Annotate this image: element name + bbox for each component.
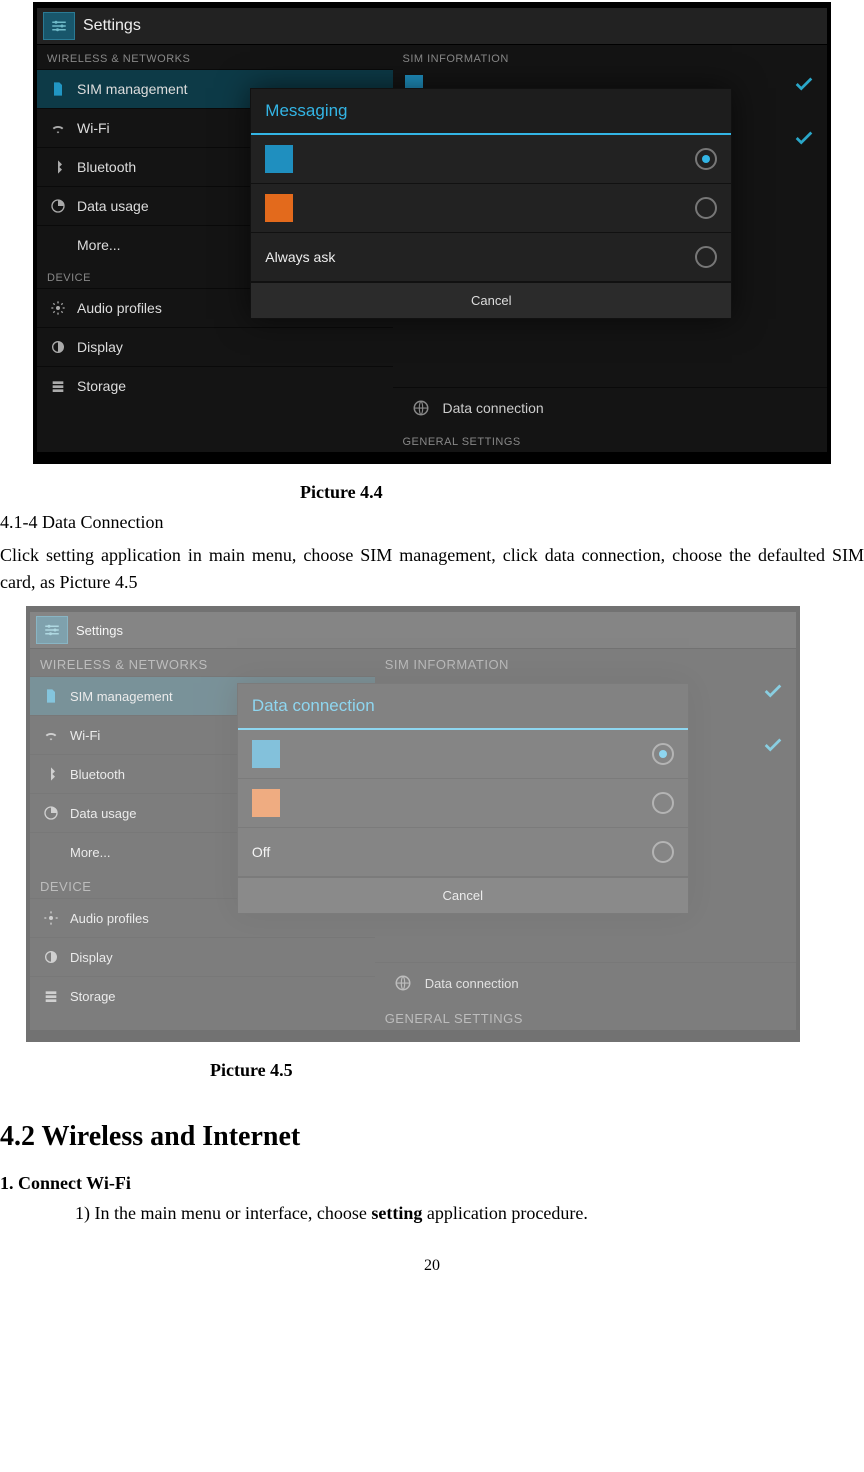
dialog-option-label: Always ask bbox=[265, 249, 335, 265]
sidebar-item-label: Data usage bbox=[70, 806, 137, 821]
globe-icon bbox=[411, 398, 431, 418]
wifi-icon bbox=[49, 119, 67, 137]
data-usage-icon bbox=[42, 804, 60, 822]
sim2-color-icon bbox=[252, 789, 280, 817]
settings-icon bbox=[36, 616, 68, 644]
radio-unselected-icon bbox=[695, 197, 717, 219]
check-icon bbox=[793, 127, 815, 149]
cancel-button[interactable]: Cancel bbox=[251, 282, 731, 318]
dialog-option-label: Off bbox=[252, 844, 270, 860]
general-settings-header: GENERAL SETTINGS bbox=[375, 1003, 796, 1030]
settings-header: Settings bbox=[37, 8, 827, 45]
sim1-color-icon bbox=[265, 145, 293, 173]
radio-selected-icon bbox=[695, 148, 717, 170]
sidebar-item-label: Storage bbox=[77, 378, 126, 394]
sidebar-item-storage[interactable]: Storage bbox=[30, 976, 375, 1015]
display-icon bbox=[49, 338, 67, 356]
sidebar-item-label: More... bbox=[70, 845, 110, 860]
dialog-option-sim1[interactable] bbox=[251, 135, 731, 184]
dialog-option-sim1[interactable] bbox=[238, 730, 688, 779]
sim1-color-icon bbox=[252, 740, 280, 768]
wifi-icon bbox=[42, 726, 60, 744]
sidebar-item-label: Audio profiles bbox=[77, 300, 162, 316]
audio-icon bbox=[42, 909, 60, 927]
dialog-option-sim2[interactable] bbox=[251, 184, 731, 233]
caption-picture-4-5: Picture 4.5 bbox=[0, 1060, 864, 1081]
settings-title: Settings bbox=[83, 17, 141, 35]
dialog-option-sim2[interactable] bbox=[238, 779, 688, 828]
sidebar-item-label: SIM management bbox=[77, 81, 188, 97]
section-4-1-4-title: 4.1-4 Data Connection bbox=[0, 509, 864, 536]
sidebar-item-label: Storage bbox=[70, 989, 116, 1004]
sidebar-item-label: Wi-Fi bbox=[70, 728, 100, 743]
blank-icon bbox=[42, 843, 60, 861]
sidebar-item-label: Audio profiles bbox=[70, 911, 149, 926]
page-number: 20 bbox=[0, 1257, 864, 1275]
bluetooth-icon bbox=[42, 765, 60, 783]
settings-header: Settings bbox=[30, 612, 796, 649]
radio-selected-icon bbox=[652, 743, 674, 765]
sidebar-item-label: Data usage bbox=[77, 198, 149, 214]
wireless-networks-header: WIRELESS & NETWORKS bbox=[37, 45, 393, 69]
sidebar-item-label: Wi-Fi bbox=[77, 120, 110, 136]
sidebar-item-label: More... bbox=[77, 237, 121, 253]
check-icon bbox=[762, 680, 784, 702]
sim-icon bbox=[49, 80, 67, 98]
step-1-a: 1) In the main menu or interface, choose bbox=[75, 1203, 371, 1223]
globe-icon bbox=[393, 973, 413, 993]
sim-information-header: SIM INFORMATION bbox=[375, 649, 796, 676]
step-1: 1) In the main menu or interface, choose… bbox=[0, 1200, 864, 1227]
dialog-option-off[interactable]: Off bbox=[238, 828, 688, 877]
radio-unselected-icon bbox=[652, 841, 674, 863]
dialog-title: Messaging bbox=[251, 89, 731, 135]
data-connection-label: Data connection bbox=[443, 400, 544, 416]
sidebar-item-label: Display bbox=[70, 950, 113, 965]
heading-4-2: 4.2 Wireless and Internet bbox=[0, 1121, 864, 1153]
heading-connect-wifi: 1. Connect Wi-Fi bbox=[0, 1173, 864, 1194]
audio-icon bbox=[49, 299, 67, 317]
sidebar-item-display[interactable]: Display bbox=[37, 327, 393, 366]
wireless-networks-header: WIRELESS & NETWORKS bbox=[30, 649, 375, 676]
check-icon bbox=[762, 734, 784, 756]
storage-icon bbox=[49, 377, 67, 395]
data-connection-dialog: Data connection Off Cancel bbox=[237, 683, 689, 914]
step-1-b: setting bbox=[371, 1203, 422, 1223]
radio-unselected-icon bbox=[652, 792, 674, 814]
data-connection-label: Data connection bbox=[425, 976, 519, 991]
data-usage-icon bbox=[49, 197, 67, 215]
display-icon bbox=[42, 948, 60, 966]
caption-picture-4-4: Picture 4.4 bbox=[0, 482, 864, 503]
settings-title: Settings bbox=[76, 623, 123, 638]
dialog-title: Data connection bbox=[238, 684, 688, 730]
sidebar-item-label: Bluetooth bbox=[77, 159, 136, 175]
sidebar-item-label: Bluetooth bbox=[70, 767, 125, 782]
general-settings-header: GENERAL SETTINGS bbox=[393, 428, 828, 452]
data-connection-row[interactable]: Data connection bbox=[375, 962, 796, 1003]
bluetooth-icon bbox=[49, 158, 67, 176]
sim2-color-icon bbox=[265, 194, 293, 222]
messaging-dialog: Messaging Always ask Cancel bbox=[250, 88, 732, 319]
section-4-1-4-body: Click setting application in main menu, … bbox=[0, 542, 864, 596]
cancel-button[interactable]: Cancel bbox=[238, 877, 688, 913]
blank-icon bbox=[49, 236, 67, 254]
radio-unselected-icon bbox=[695, 246, 717, 268]
sidebar-item-label: SIM management bbox=[70, 689, 173, 704]
sidebar-item-label: Display bbox=[77, 339, 123, 355]
storage-icon bbox=[42, 987, 60, 1005]
settings-icon bbox=[43, 12, 75, 40]
step-1-c: application procedure. bbox=[422, 1203, 587, 1223]
sim-information-header: SIM INFORMATION bbox=[393, 45, 828, 69]
sidebar-item-storage[interactable]: Storage bbox=[37, 366, 393, 405]
screenshot-picture-4-5: Settings WIRELESS & NETWORKS SIM managem… bbox=[26, 606, 800, 1042]
sim-icon bbox=[42, 687, 60, 705]
data-connection-row[interactable]: Data connection bbox=[393, 387, 828, 428]
dialog-option-always-ask[interactable]: Always ask bbox=[251, 233, 731, 282]
check-icon bbox=[793, 73, 815, 95]
screenshot-picture-4-4: Settings WIRELESS & NETWORKS SIM managem… bbox=[33, 2, 831, 464]
sidebar-item-display[interactable]: Display bbox=[30, 937, 375, 976]
